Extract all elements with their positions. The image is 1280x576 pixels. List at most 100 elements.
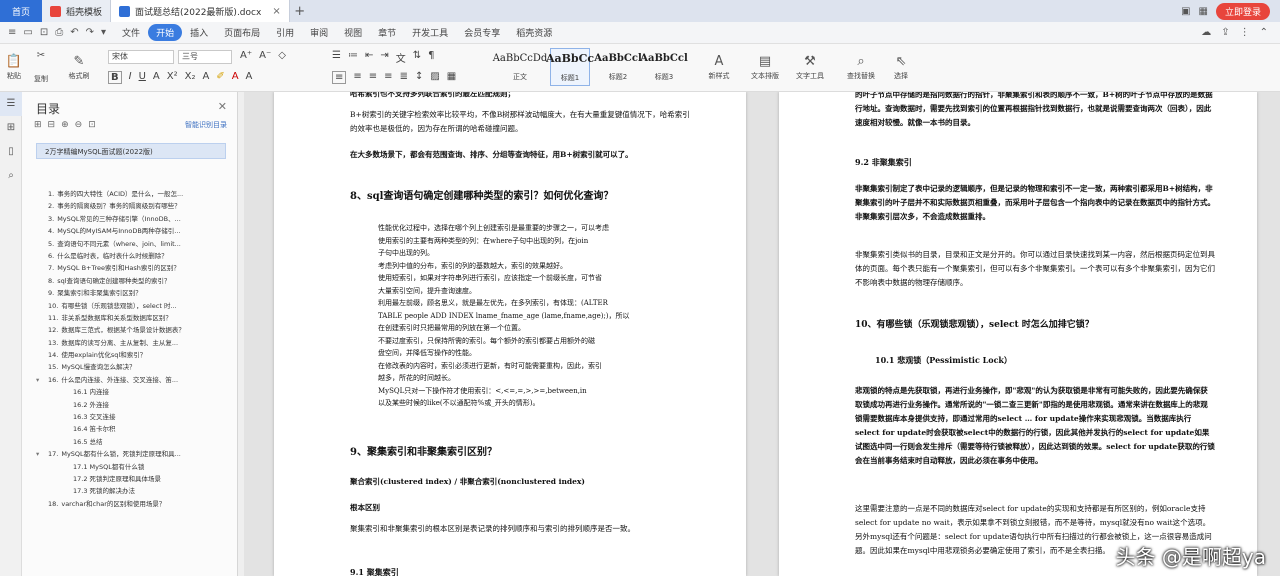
select-button[interactable]: ⇖ 选择	[886, 46, 916, 90]
toc-item[interactable]: 3. MySQL常见的三种存储引擎（InnoDB、...	[22, 213, 238, 225]
align-right-icon[interactable]: ≡	[369, 71, 377, 84]
number-list-icon[interactable]: ≔	[348, 50, 358, 65]
toc-item[interactable]: 16.5 总结	[22, 436, 238, 448]
chevron-down-icon[interactable]: ▾	[36, 448, 48, 460]
tab-docer[interactable]: 稻壳模板	[42, 0, 112, 22]
expand-icon[interactable]: ⊞	[34, 120, 42, 130]
toc-item[interactable]: 11. 非关系型数据库和关系型数据库区别？	[22, 312, 238, 324]
align-center-icon[interactable]: ≡	[353, 71, 361, 84]
justify-icon[interactable]: ≡	[384, 71, 392, 84]
menu-home[interactable]: 开始	[148, 24, 183, 41]
dropdown-icon[interactable]: ▾	[101, 27, 106, 38]
menu-member[interactable]: 会员专享	[456, 24, 508, 41]
toc-item[interactable]: 1. 事务的四大特性（ACID）是什么，一般怎...	[22, 188, 238, 200]
menu-file[interactable]: 文件	[114, 24, 148, 41]
paste-button[interactable]: 📋 粘贴	[4, 46, 24, 90]
copy-button[interactable]: 复制	[30, 68, 52, 88]
text-tools-button[interactable]: ⚒ 文字工具	[790, 46, 830, 90]
find-icon[interactable]: ⌕	[0, 164, 22, 188]
toc-item[interactable]: 16.2 外连接	[22, 399, 238, 411]
format-painter-button[interactable]: ✎ 格式刷	[62, 46, 96, 90]
menu-page-layout[interactable]: 页面布局	[216, 24, 268, 41]
menu-view[interactable]: 视图	[336, 24, 370, 41]
login-button[interactable]: 立即登录	[1215, 2, 1270, 20]
print-icon[interactable]: ⎙	[55, 27, 63, 38]
home-tab[interactable]: 首页	[0, 0, 42, 22]
indent-icon[interactable]: ⇥	[380, 50, 388, 65]
toc-item[interactable]: 17.1 MySQL都有什么锁	[22, 461, 238, 473]
undo-icon[interactable]: ↶	[70, 27, 78, 38]
layout-icon[interactable]: ▣	[1181, 6, 1190, 17]
superscript-icon[interactable]: X²	[167, 71, 178, 84]
toc-item[interactable]: 15. MySQL慢查询怎么解决？	[22, 361, 238, 373]
toc-item[interactable]: 5. 查询语句不同元素（where、join、limit...	[22, 238, 238, 250]
toc-item[interactable]: 4. MySQL的MyISAM与InnoDB两种存储引...	[22, 225, 238, 237]
close-icon[interactable]: ✕	[218, 100, 227, 113]
level-icon[interactable]: ⊡	[88, 120, 96, 130]
show-marks-icon[interactable]: ¶	[428, 50, 434, 65]
font-size-select[interactable]: 三号	[178, 50, 232, 64]
collapse-icon[interactable]: ⌃	[1260, 27, 1268, 38]
tab-document[interactable]: 面试题总结(2022最新版).docx ×	[111, 0, 290, 22]
bookmark-icon[interactable]: ⊞	[0, 116, 22, 140]
style-heading2[interactable]: AaBbCcl 标题2	[594, 48, 642, 86]
align-left-icon[interactable]: ≡	[332, 71, 347, 84]
close-icon[interactable]: ×	[272, 6, 280, 17]
style-heading3[interactable]: AaBbCcl 标题3	[640, 48, 688, 86]
text-effect-icon[interactable]: A	[202, 71, 209, 84]
menu-insert[interactable]: 插入	[182, 24, 216, 41]
distribute-icon[interactable]: ≣	[400, 71, 408, 84]
shrink-font-icon[interactable]: A⁻	[259, 50, 271, 61]
toc-item[interactable]: 14. 使用explain优化sql和索引？	[22, 349, 238, 361]
delete-heading-icon[interactable]: ⊖	[75, 120, 83, 130]
toc-item[interactable]: 13. 数据库的读写分离、主从复制、主从复...	[22, 337, 238, 349]
bullet-list-icon[interactable]: ☰	[332, 50, 341, 65]
toc-item[interactable]: 6. 什么是临时表，临时表什么时候删除？	[22, 250, 238, 262]
collapse-all-icon[interactable]: ⊟	[48, 120, 56, 130]
toc-item[interactable]: ▾ 17. MySQL都有什么锁，死锁判定原理和具...	[22, 448, 238, 460]
menu-review[interactable]: 审阅	[302, 24, 336, 41]
char-shading-icon[interactable]: A	[246, 71, 253, 84]
toc-item[interactable]: 18. varchar和char的区别和使用场景？	[22, 498, 238, 510]
save-icon[interactable]: ⊡	[40, 27, 48, 38]
cloud-icon[interactable]: ☁	[1201, 27, 1211, 38]
grow-font-icon[interactable]: A⁺	[240, 50, 252, 61]
new-style-button[interactable]: A 新样式	[700, 46, 738, 90]
menu-icon[interactable]: ≡	[8, 27, 16, 38]
outdent-icon[interactable]: ⇤	[365, 50, 373, 65]
cut-button[interactable]: ✂	[30, 46, 52, 66]
toc-item[interactable]: 16.1 内连接	[22, 386, 238, 398]
shading-icon[interactable]: ▨	[430, 71, 439, 84]
clear-format-icon[interactable]: ◇	[278, 50, 286, 61]
subscript-icon[interactable]: X₂	[185, 71, 196, 84]
text-layout-button[interactable]: ▤ 文本排版	[746, 46, 784, 90]
menu-developer[interactable]: 开发工具	[404, 24, 456, 41]
chinese-layout-icon[interactable]: 文	[396, 50, 406, 65]
share-icon[interactable]: ⇪	[1221, 27, 1229, 38]
new-tab-button[interactable]: +	[290, 4, 310, 19]
toc-item[interactable]: 2. 事务的隔离级别？事务的隔离级别有哪些？	[22, 200, 238, 212]
more-icon[interactable]: ⋮	[1240, 27, 1250, 38]
line-spacing-icon[interactable]: ↕	[415, 71, 423, 84]
toc-item[interactable]: ▾ 16. 什么是内连接、外连接、交叉连接、笛...	[22, 374, 238, 386]
menu-resources[interactable]: 稻壳资源	[508, 24, 560, 41]
menu-section[interactable]: 章节	[370, 24, 404, 41]
underline-icon[interactable]: U	[139, 71, 146, 84]
strikethrough-icon[interactable]: A	[153, 71, 160, 84]
smart-toc-button[interactable]: 智能识别目录	[185, 120, 227, 130]
font-name-select[interactable]: 宋体	[108, 50, 174, 64]
find-replace-button[interactable]: ⌕ 查找替换	[840, 46, 882, 90]
font-color-icon[interactable]: A	[232, 71, 239, 84]
toc-panel-icon[interactable]: ☰	[0, 92, 22, 116]
chevron-down-icon[interactable]: ▾	[36, 374, 48, 386]
highlight-icon[interactable]: ✐	[216, 71, 224, 84]
toc-item[interactable]: 17.2 死锁判定原理和具体场景	[22, 473, 238, 485]
sort-icon[interactable]: ⇅	[413, 50, 421, 65]
toc-item[interactable]: 9. 聚集索引和非聚集索引区别？	[22, 287, 238, 299]
toc-item[interactable]: 7. MySQL B+Tree索引和Hash索引的区别？	[22, 262, 238, 274]
add-heading-icon[interactable]: ⊕	[61, 120, 69, 130]
menu-references[interactable]: 引用	[268, 24, 302, 41]
toc-item[interactable]: 17.3 死锁的解决办法	[22, 485, 238, 497]
border-icon[interactable]: ▦	[447, 71, 456, 84]
toc-item[interactable]: 8. sql查询语句确定创建哪种类型的索引？	[22, 275, 238, 287]
